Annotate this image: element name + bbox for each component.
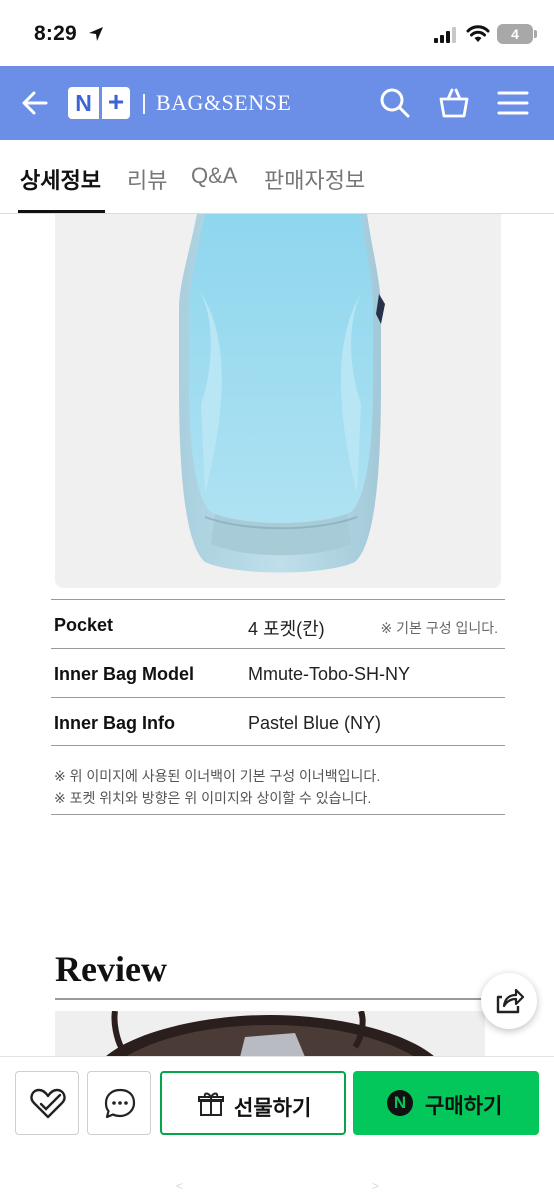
spec-label: Inner Bag Model bbox=[54, 664, 195, 684]
search-icon[interactable] bbox=[378, 86, 412, 120]
tab-detail-info[interactable]: 상세정보 bbox=[20, 163, 101, 195]
spec-value: Mmute-Tobo-SH-NY bbox=[248, 664, 411, 684]
logo-plus: + bbox=[99, 87, 130, 119]
bottom-action-bar: 선물하기 N 구매하기 < > bbox=[0, 1056, 554, 1200]
battery-indicator: 4 bbox=[497, 24, 533, 44]
spec-table: Pocket 4 포켓(칸) ※ 기본 구성 입니다. Inner Bag Mo… bbox=[51, 599, 505, 746]
notes: ※ 위 이미지에 사용된 이너백이 기본 구성 이너백입니다. ※ 포켓 위치와… bbox=[51, 764, 505, 815]
buy-button[interactable]: N 구매하기 bbox=[353, 1071, 539, 1135]
note-line: ※ 위 이미지에 사용된 이너백이 기본 구성 이너백입니다. bbox=[54, 768, 381, 784]
gift-button-label: 선물하기 bbox=[234, 1097, 312, 1120]
logo-n: N bbox=[68, 87, 99, 119]
review-divider bbox=[55, 998, 483, 1000]
product-tabs: 상세정보 리뷰 Q&A 판매자정보 bbox=[0, 140, 554, 214]
tab-qna[interactable]: Q&A bbox=[191, 163, 237, 189]
spec-label: Inner Bag Info bbox=[54, 713, 175, 733]
spec-row-pocket: Pocket 4 포켓(칸) ※ 기본 구성 입니다. bbox=[51, 599, 505, 648]
heart-check-icon bbox=[30, 1088, 66, 1119]
leather-bag-photo bbox=[105, 1011, 435, 1057]
wifi-icon bbox=[466, 25, 490, 42]
spec-value: 4 포켓(칸) bbox=[248, 619, 325, 639]
spec-label: Pocket bbox=[54, 615, 114, 635]
spec-note: ※ 기본 구성 입니다. bbox=[380, 620, 498, 636]
inner-bag-illustration bbox=[179, 214, 385, 573]
naver-plus-logo[interactable]: N + bbox=[68, 87, 130, 119]
talk-talk-button[interactable] bbox=[87, 1071, 151, 1135]
shopping-bag-icon[interactable] bbox=[437, 86, 471, 120]
tab-reviews[interactable]: 리뷰 bbox=[127, 163, 167, 195]
spec-value: Pastel Blue (NY) bbox=[248, 713, 382, 733]
status-time: 8:29 bbox=[34, 22, 77, 45]
status-bar: 8:29 4 bbox=[0, 0, 554, 66]
tab-seller-info[interactable]: 판매자정보 bbox=[264, 163, 365, 195]
active-tab-indicator bbox=[18, 210, 105, 213]
nav-next-hint: > bbox=[372, 1179, 380, 1193]
wishlist-button[interactable] bbox=[15, 1071, 79, 1135]
review-image bbox=[55, 1011, 485, 1057]
chat-bubble-icon bbox=[104, 1088, 136, 1119]
nav-prev-hint: < bbox=[176, 1179, 184, 1193]
hamburger-menu-icon[interactable] bbox=[496, 86, 530, 120]
spec-row-info: Inner Bag Info Pastel Blue (NY) bbox=[51, 697, 505, 746]
app-header: N + BAG&SENSE bbox=[0, 66, 554, 140]
store-brand-name[interactable]: BAG&SENSE bbox=[156, 90, 291, 116]
npay-badge: N bbox=[387, 1090, 413, 1116]
product-image bbox=[55, 214, 501, 588]
note-line: ※ 포켓 위치와 방향은 위 이미지와 상이할 수 있습니다. bbox=[54, 790, 372, 806]
battery-nub bbox=[534, 30, 537, 38]
logo-divider bbox=[143, 94, 145, 114]
location-arrow-icon bbox=[89, 27, 103, 41]
signal-icon bbox=[434, 27, 456, 43]
review-heading: Review bbox=[55, 949, 167, 989]
spec-row-model: Inner Bag Model Mmute-Tobo-SH-NY bbox=[51, 648, 505, 697]
share-icon bbox=[496, 988, 525, 1014]
buy-button-label: 구매하기 bbox=[425, 1095, 503, 1118]
share-button[interactable] bbox=[481, 973, 537, 1029]
gift-icon bbox=[198, 1092, 224, 1116]
gift-button[interactable]: 선물하기 bbox=[160, 1071, 346, 1135]
back-arrow-icon[interactable] bbox=[18, 86, 52, 120]
